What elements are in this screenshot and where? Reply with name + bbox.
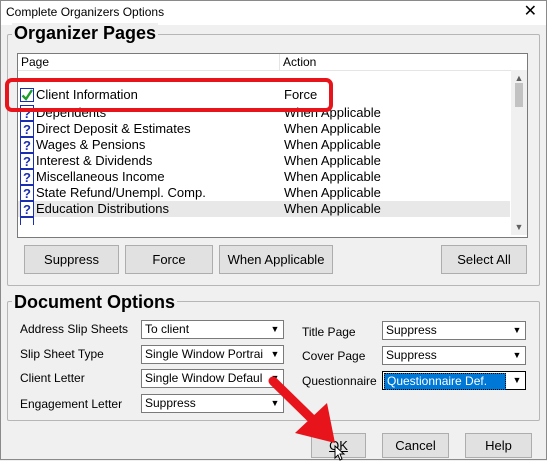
list-item[interactable]: ? Wages & Pensions When Applicable (18, 137, 510, 153)
question-icon: ? (20, 201, 34, 217)
svg-text:?: ? (23, 186, 31, 201)
address-slip-sheets-select[interactable]: To client ▼ (141, 320, 284, 339)
svg-text:?: ? (23, 170, 31, 185)
svg-text:?: ? (23, 138, 31, 153)
svg-text:?: ? (23, 202, 31, 217)
chevron-down-icon[interactable]: ▼ (509, 347, 525, 364)
title-page-label: Title Page (302, 325, 356, 339)
force-button[interactable]: Force (125, 245, 213, 274)
page-action: When Applicable (284, 185, 381, 200)
slip-sheet-type-select[interactable]: Single Window Portrai ▼ (141, 345, 284, 364)
help-button-label: Help (485, 438, 512, 453)
vertical-scrollbar[interactable]: ▲ ▼ (511, 70, 527, 235)
page-name: Wages & Pensions (36, 137, 146, 152)
annotation-arrow-icon (268, 376, 335, 443)
select-value: Questionnaire Def. (384, 373, 506, 390)
mouse-cursor-icon (334, 445, 346, 461)
select-value: Single Window Portrai (145, 347, 264, 361)
title-page-select[interactable]: Suppress ▼ (382, 321, 526, 340)
select-value: To client (145, 322, 190, 336)
question-icon: ? (20, 121, 34, 137)
select-value: Single Window Defaul (145, 371, 263, 385)
page-action: When Applicable (284, 201, 381, 216)
page-action: When Applicable (284, 169, 381, 184)
svg-text:?: ? (23, 122, 31, 137)
column-header-page[interactable]: Page (18, 54, 280, 70)
cover-page-select[interactable]: Suppress ▼ (382, 346, 526, 365)
scrollbar-thumb[interactable] (515, 83, 523, 107)
chevron-down-icon[interactable]: ▼ (509, 372, 525, 389)
suppress-button[interactable]: Suppress (24, 245, 119, 274)
document-options-legend: Document Options (12, 292, 177, 312)
list-header: Page Action (18, 54, 527, 71)
help-button[interactable]: Help (465, 433, 532, 458)
cancel-button-label: Cancel (395, 438, 436, 453)
select-all-button[interactable]: Select All (441, 245, 527, 274)
page-name: Interest & Dividends (36, 153, 153, 168)
engagement-letter-label: Engagement Letter (20, 397, 123, 411)
list-item[interactable]: ? Miscellaneous Income When Applicable (18, 169, 510, 185)
select-value: Suppress (386, 348, 437, 362)
question-icon (20, 217, 34, 225)
scroll-down-icon[interactable]: ▼ (511, 219, 527, 235)
question-icon: ? (20, 153, 34, 169)
cover-page-label: Cover Page (302, 349, 366, 363)
list-item[interactable] (18, 217, 510, 225)
when-applicable-button[interactable]: When Applicable (219, 245, 333, 274)
close-icon[interactable]: ✕ (524, 2, 537, 22)
page-name: State Refund/Unempl. Comp. (36, 185, 206, 200)
page-name: Education Distributions (36, 201, 169, 216)
suppress-button-label: Suppress (44, 252, 99, 267)
client-letter-label: Client Letter (20, 371, 85, 385)
svg-text:?: ? (23, 154, 31, 169)
page-action: When Applicable (284, 153, 381, 168)
chevron-down-icon[interactable]: ▼ (267, 321, 283, 338)
list-item[interactable]: ? Interest & Dividends When Applicable (18, 153, 510, 169)
page-action: When Applicable (284, 137, 381, 152)
window-title: Complete Organizers Options (6, 5, 165, 19)
chevron-down-icon[interactable]: ▼ (509, 322, 525, 339)
question-icon: ? (20, 169, 34, 185)
question-icon: ? (20, 137, 34, 153)
page-name: Miscellaneous Income (36, 169, 165, 184)
annotation-highlight-box (5, 78, 333, 112)
questionnaire-select[interactable]: Questionnaire Def. ▼ (382, 371, 526, 390)
page-name: Direct Deposit & Estimates (36, 121, 191, 136)
list-item[interactable]: ? State Refund/Unempl. Comp. When Applic… (18, 185, 510, 201)
cancel-button[interactable]: Cancel (382, 433, 449, 458)
select-value: Suppress (145, 396, 196, 410)
select-value: Suppress (386, 323, 437, 337)
slip-sheet-type-label: Slip Sheet Type (20, 347, 104, 361)
select-all-button-label: Select All (457, 252, 511, 267)
title-bar: Complete Organizers Options ✕ (1, 1, 546, 25)
column-header-action[interactable]: Action (280, 54, 510, 70)
list-item[interactable]: ? Education Distributions When Applicabl… (18, 201, 510, 217)
force-button-label: Force (152, 252, 186, 267)
chevron-down-icon[interactable]: ▼ (267, 346, 283, 363)
question-icon: ? (20, 185, 34, 201)
address-slip-sheets-label: Address Slip Sheets (20, 322, 129, 336)
dialog-window: Complete Organizers Options ✕ Organizer … (0, 0, 547, 461)
list-item[interactable]: ? Direct Deposit & Estimates When Applic… (18, 121, 510, 137)
page-action: When Applicable (284, 121, 381, 136)
when-applicable-button-label: When Applicable (227, 252, 325, 267)
organizer-pages-legend: Organizer Pages (12, 23, 159, 43)
